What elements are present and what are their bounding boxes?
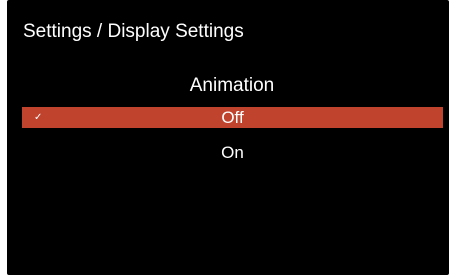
option-label: On — [221, 143, 244, 162]
option-label: Off — [221, 108, 244, 127]
option-off[interactable]: ✓ Off — [22, 107, 443, 128]
page-title: Settings / Display Settings — [23, 21, 244, 42]
settings-screen: Settings / Display Settings Animation ✓ … — [7, 0, 449, 275]
menu-heading: Animation — [189, 75, 275, 96]
option-on[interactable]: On — [22, 142, 443, 163]
